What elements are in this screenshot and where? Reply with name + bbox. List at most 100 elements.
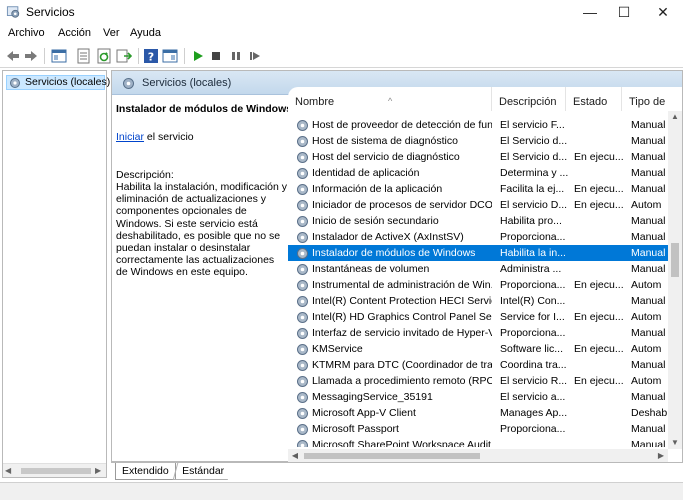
service-startup-type: Manual [631,183,666,195]
restart-service-icon[interactable] [247,48,263,64]
service-row[interactable]: Instalador de ActiveX (AxInstSV) Proporci… [288,229,668,245]
service-startup-type: Autom [631,311,662,323]
service-gear-icon [297,232,308,243]
service-row[interactable]: Información de la aplicación Facilita la … [288,181,668,197]
service-description: Habilita la in... [500,247,566,259]
tree-horizontal-scrollbar[interactable]: ◀ ▶ [3,463,106,477]
toolbar: ? [0,44,683,68]
start-service-link[interactable]: Iniciar [116,131,144,143]
scroll-right-icon[interactable]: ▶ [95,464,103,477]
menu-ayuda[interactable]: Ayuda [130,27,161,39]
column-header-tipo[interactable]: Tipo de [622,87,668,111]
service-description: Administra ... [500,263,562,275]
service-row[interactable]: Intel(R) Content Protection HECI Service… [288,293,668,309]
scroll-right-icon[interactable]: ▶ [654,449,668,463]
scroll-thumb[interactable] [304,453,480,459]
pause-service-icon[interactable] [228,48,244,64]
menu-ver[interactable]: Ver [103,27,120,39]
menu-accion[interactable]: Acción [58,27,91,39]
help-icon[interactable]: ? [143,48,159,64]
scroll-thumb[interactable] [21,468,91,474]
service-gear-icon [297,184,308,195]
service-name: Interfaz de servicio invitado de Hyper-V [312,327,492,339]
service-row[interactable]: Instrumental de administración de Win...… [288,277,668,293]
tab-estandar[interactable]: Estándar [172,463,233,480]
service-state [574,165,626,181]
service-row[interactable]: Intel(R) HD Graphics Control Panel Serv.… [288,309,668,325]
panel-title: Servicios (locales) [142,77,232,89]
service-row[interactable]: Microsoft SharePoint Workspace Audit Manu… [288,437,668,447]
service-row[interactable]: MessagingService_35191 El servicio a... Ma… [288,389,668,405]
service-startup-type: Manual [631,327,666,339]
tab-extendido[interactable]: Extendido [115,463,176,480]
menu-archivo[interactable]: Archivo [8,27,45,39]
service-name: Microsoft App-V Client [312,407,416,419]
service-name: Host del servicio de diagnóstico [312,151,460,163]
service-name: Instrumental de administración de Win... [312,279,492,291]
service-state [574,293,626,309]
back-arrow-icon[interactable] [5,48,21,64]
start-service-icon[interactable] [190,48,206,64]
service-state: En ejecu... [574,375,624,387]
tree-item-servicios-locales[interactable]: Servicios (locales) [6,75,110,90]
close-button[interactable]: ✕ [646,0,680,24]
selected-service-title: Instalador de módulos de Windows [116,103,293,115]
service-name: KMService [312,343,363,355]
service-row[interactable]: Inicio de sesión secundario Habilita pro.… [288,213,668,229]
service-row[interactable]: Instalador de módulos de Windows Habilita… [288,245,668,261]
service-description: Manages Ap... [500,407,568,419]
maximize-button[interactable]: ☐ [607,0,641,24]
scroll-up-icon[interactable]: ▲ [668,111,682,123]
console-tree-icon[interactable] [51,48,67,64]
properties-icon[interactable] [76,48,92,64]
service-description: El servicio a... [500,391,566,403]
service-state [574,389,626,405]
column-header-estado[interactable]: Estado [566,87,622,111]
service-startup-type: Manual [631,215,666,227]
service-row[interactable]: Llamada a procedimiento remoto (RPC) El s… [288,373,668,389]
column-header-descripcion[interactable]: Descripción [492,87,566,111]
service-row[interactable]: Host de sistema de diagnóstico El Servici… [288,133,668,149]
service-row[interactable]: Identidad de aplicación Determina y ... Ma… [288,165,668,181]
view-icon[interactable] [162,48,178,64]
toolbar-separator [184,48,185,64]
scroll-down-icon[interactable]: ▼ [668,437,682,449]
list-vertical-scrollbar[interactable]: ▲ ▼ [668,111,682,449]
services-panel: Servicios (locales) Instalador de módulo… [111,70,683,463]
column-header-nombre[interactable]: Nombre ^ [288,87,492,111]
service-row[interactable]: Instantáneas de volumen Administra ... Man… [288,261,668,277]
service-state [574,245,626,261]
scroll-left-icon[interactable]: ◀ [288,449,302,463]
service-row[interactable]: Interfaz de servicio invitado de Hyper-V… [288,325,668,341]
service-name: Microsoft Passport [312,423,399,435]
service-gear-icon [297,328,308,339]
service-row[interactable]: Host del servicio de diagnóstico El Servi… [288,149,668,165]
service-name: Instalador de módulos de Windows [312,247,476,259]
export-icon[interactable] [116,48,132,64]
start-service-line: Iniciar el servicio [116,131,194,143]
service-description: El Servicio d... [500,135,568,147]
refresh-icon[interactable] [96,48,112,64]
service-row[interactable]: Host de proveedor de detección de fun...… [288,117,668,133]
service-state [574,421,626,437]
service-description: Intel(R) Con... [500,295,566,307]
service-gear-icon [297,200,308,211]
service-row[interactable]: Microsoft App-V Client Manages Ap... Desha… [288,405,668,421]
service-row[interactable]: KMService Software lic... En ejecu... Autom [288,341,668,357]
scroll-thumb[interactable] [671,243,679,277]
service-gear-icon [297,424,308,435]
service-row[interactable]: KTMRM para DTC (Coordinador de tran... Co… [288,357,668,373]
service-row[interactable]: Iniciador de procesos de servidor DCOM El… [288,197,668,213]
list-horizontal-scrollbar[interactable]: ◀ ▶ [288,449,668,463]
forward-arrow-icon[interactable] [23,48,39,64]
service-gear-icon [297,136,308,147]
stop-service-icon[interactable] [208,48,224,64]
service-name: Iniciador de procesos de servidor DCOM [312,199,492,211]
minimize-button[interactable]: — [573,0,607,24]
service-state: En ejecu... [574,151,624,163]
view-tabs: Extendido Estándar [111,462,683,480]
service-row[interactable]: Microsoft Passport Proporciona... Manual [288,421,668,437]
scroll-left-icon[interactable]: ◀ [5,464,13,477]
service-description: El servicio F... [500,119,565,131]
service-startup-type: Manual [631,135,666,147]
